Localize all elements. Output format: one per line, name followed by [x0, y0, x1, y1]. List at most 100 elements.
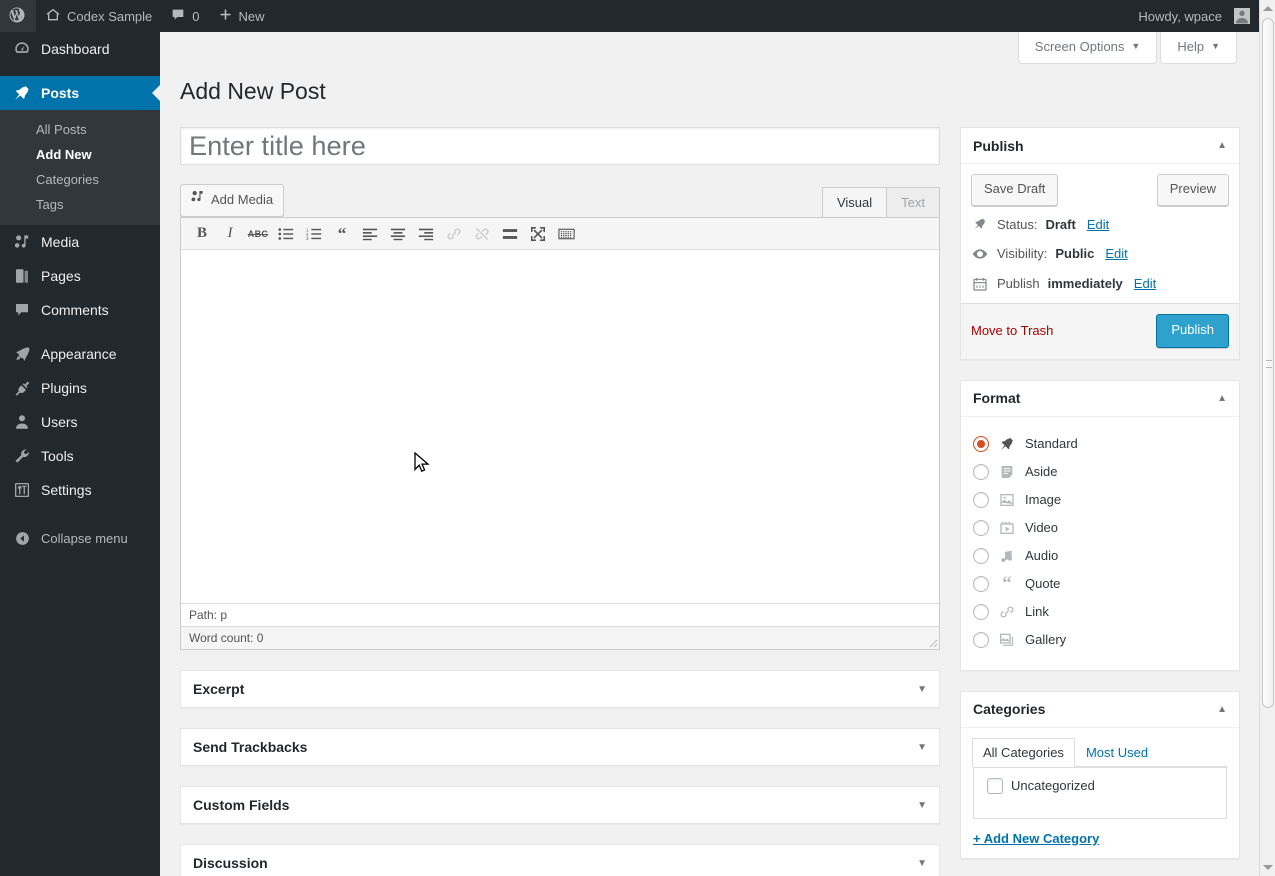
radio-video[interactable]: [973, 519, 989, 536]
bold-icon[interactable]: B: [188, 221, 216, 247]
format-option-link[interactable]: Link: [973, 598, 1227, 626]
align-right-icon[interactable]: [412, 221, 440, 247]
tab-visual[interactable]: Visual: [821, 187, 888, 217]
sidebar-item-plugins[interactable]: Plugins: [0, 371, 160, 405]
sidebar-item-appearance[interactable]: Appearance: [0, 337, 160, 371]
plug-icon: [12, 378, 32, 398]
chevron-down-icon[interactable]: ▼: [917, 684, 927, 695]
tab-most-used[interactable]: Most Used: [1075, 738, 1159, 767]
site-name-link[interactable]: Codex Sample: [36, 0, 161, 32]
categories-checklist[interactable]: Uncategorized: [973, 766, 1227, 819]
radio-gallery[interactable]: [973, 631, 989, 648]
blockquote-icon[interactable]: “: [328, 221, 356, 247]
help-button[interactable]: Help ▼: [1160, 32, 1237, 65]
align-center-icon[interactable]: [384, 221, 412, 247]
publish-button[interactable]: Publish: [1156, 313, 1229, 348]
category-item-uncategorized[interactable]: Uncategorized: [987, 777, 1216, 794]
page-title: Add New Post: [180, 78, 326, 104]
radio-standard[interactable]: [973, 435, 989, 452]
metabox-header[interactable]: Categories ▲: [961, 692, 1239, 728]
radio-audio[interactable]: [973, 547, 989, 564]
preview-button[interactable]: Preview: [1156, 174, 1229, 206]
edit-status-link[interactable]: Edit: [1087, 217, 1109, 232]
my-account-menu[interactable]: Howdy, wpace: [1129, 0, 1259, 32]
sidebar-item-media[interactable]: Media: [0, 225, 160, 259]
submenu-item-categories[interactable]: Categories: [0, 167, 160, 192]
site-name-label: Codex Sample: [67, 8, 153, 24]
editor-content-area[interactable]: [181, 250, 939, 603]
sidebar-item-pages[interactable]: Pages: [0, 259, 160, 293]
submenu-item-add-new[interactable]: Add New: [0, 142, 160, 167]
editor-resize-handle[interactable]: [925, 635, 938, 648]
sidebar-item-label: Comments: [41, 302, 109, 318]
add-media-button[interactable]: Add Media: [180, 184, 285, 217]
sidebar-item-posts[interactable]: Posts: [0, 76, 160, 110]
radio-image[interactable]: [973, 491, 989, 508]
image-icon: [997, 490, 1017, 510]
metabox-header[interactable]: Send Trackbacks ▼: [181, 729, 939, 765]
format-option-audio[interactable]: Audio: [973, 542, 1227, 570]
sidebar-item-settings[interactable]: Settings: [0, 473, 160, 507]
read-more-icon[interactable]: [496, 221, 524, 247]
save-draft-button[interactable]: Save Draft: [971, 174, 1059, 206]
fullscreen-icon[interactable]: [524, 221, 552, 247]
format-option-standard[interactable]: Standard: [973, 430, 1227, 458]
chevron-up-icon[interactable]: ▲: [1217, 704, 1227, 715]
metabox-header[interactable]: Publish ▲: [961, 128, 1239, 164]
kitchen-sink-icon[interactable]: [552, 221, 580, 247]
sidebar-item-dashboard[interactable]: Dashboard: [0, 32, 160, 66]
post-status-value: Draft: [1045, 216, 1076, 232]
tab-all-categories[interactable]: All Categories: [972, 737, 1075, 767]
unlink-icon[interactable]: [468, 221, 496, 247]
sidebar-item-comments[interactable]: Comments: [0, 293, 160, 327]
strikethrough-icon[interactable]: ABC: [244, 221, 272, 247]
scrollbar-thumb[interactable]: [1262, 18, 1274, 708]
chevron-down-icon[interactable]: ▼: [917, 858, 927, 869]
bulleted-list-icon[interactable]: [272, 221, 300, 247]
metabox-header[interactable]: Format ▲: [961, 381, 1239, 417]
tab-text[interactable]: Text: [887, 187, 940, 217]
format-option-quote[interactable]: “ Quote: [973, 570, 1227, 598]
format-option-gallery[interactable]: Gallery: [973, 626, 1227, 654]
chevron-down-icon[interactable]: ▼: [917, 742, 927, 753]
format-option-video[interactable]: Video: [973, 514, 1227, 542]
radio-link[interactable]: [973, 603, 989, 620]
format-option-aside[interactable]: Aside: [973, 458, 1227, 486]
wordpress-logo-button[interactable]: [0, 0, 36, 32]
move-to-trash-link[interactable]: Move to Trash: [971, 323, 1053, 338]
chevron-down-icon[interactable]: ▼: [917, 800, 927, 811]
scroll-down-arrow-icon[interactable]: [1263, 865, 1273, 870]
format-option-image[interactable]: Image: [973, 486, 1227, 514]
align-left-icon[interactable]: [356, 221, 384, 247]
page-scrollbar[interactable]: [1259, 0, 1275, 876]
scroll-up-arrow-icon[interactable]: [1263, 6, 1273, 11]
submenu-item-all-posts[interactable]: All Posts: [0, 117, 160, 142]
add-new-category-link[interactable]: + Add New Category: [973, 831, 1099, 846]
sidebar-item-tools[interactable]: Tools: [0, 439, 160, 473]
edit-schedule-link[interactable]: Edit: [1134, 276, 1156, 291]
submenu-item-tags[interactable]: Tags: [0, 192, 160, 217]
post-status-row: Status: Draft Edit: [961, 210, 1239, 239]
post-editor: Add Media Visual Text B I ABC 1 2 3 “ Pa…: [180, 184, 940, 650]
sidebar-item-users[interactable]: Users: [0, 405, 160, 439]
comment-bubble-icon: [170, 7, 186, 26]
comments-link[interactable]: 0: [161, 0, 208, 32]
checkbox-uncategorized[interactable]: [987, 777, 1003, 794]
metabox-header[interactable]: Custom Fields ▼: [181, 787, 939, 823]
help-label: Help: [1177, 39, 1205, 54]
metabox-header[interactable]: Excerpt ▼: [181, 671, 939, 707]
radio-quote[interactable]: [973, 575, 989, 592]
screen-options-button[interactable]: Screen Options ▼: [1017, 32, 1158, 65]
collapse-menu-button[interactable]: Collapse menu: [0, 521, 160, 555]
chevron-up-icon[interactable]: ▲: [1217, 140, 1227, 151]
italic-icon[interactable]: I: [216, 221, 244, 247]
numbered-list-icon[interactable]: 1 2 3: [300, 221, 328, 247]
aside-note-icon: [997, 462, 1017, 482]
link-icon[interactable]: [440, 221, 468, 247]
chevron-up-icon[interactable]: ▲: [1217, 393, 1227, 404]
post-title-input[interactable]: [180, 127, 940, 165]
metabox-header[interactable]: Discussion ▼: [181, 845, 939, 876]
radio-aside[interactable]: [973, 463, 989, 480]
edit-visibility-link[interactable]: Edit: [1105, 246, 1127, 261]
new-content-link[interactable]: New: [209, 0, 274, 32]
